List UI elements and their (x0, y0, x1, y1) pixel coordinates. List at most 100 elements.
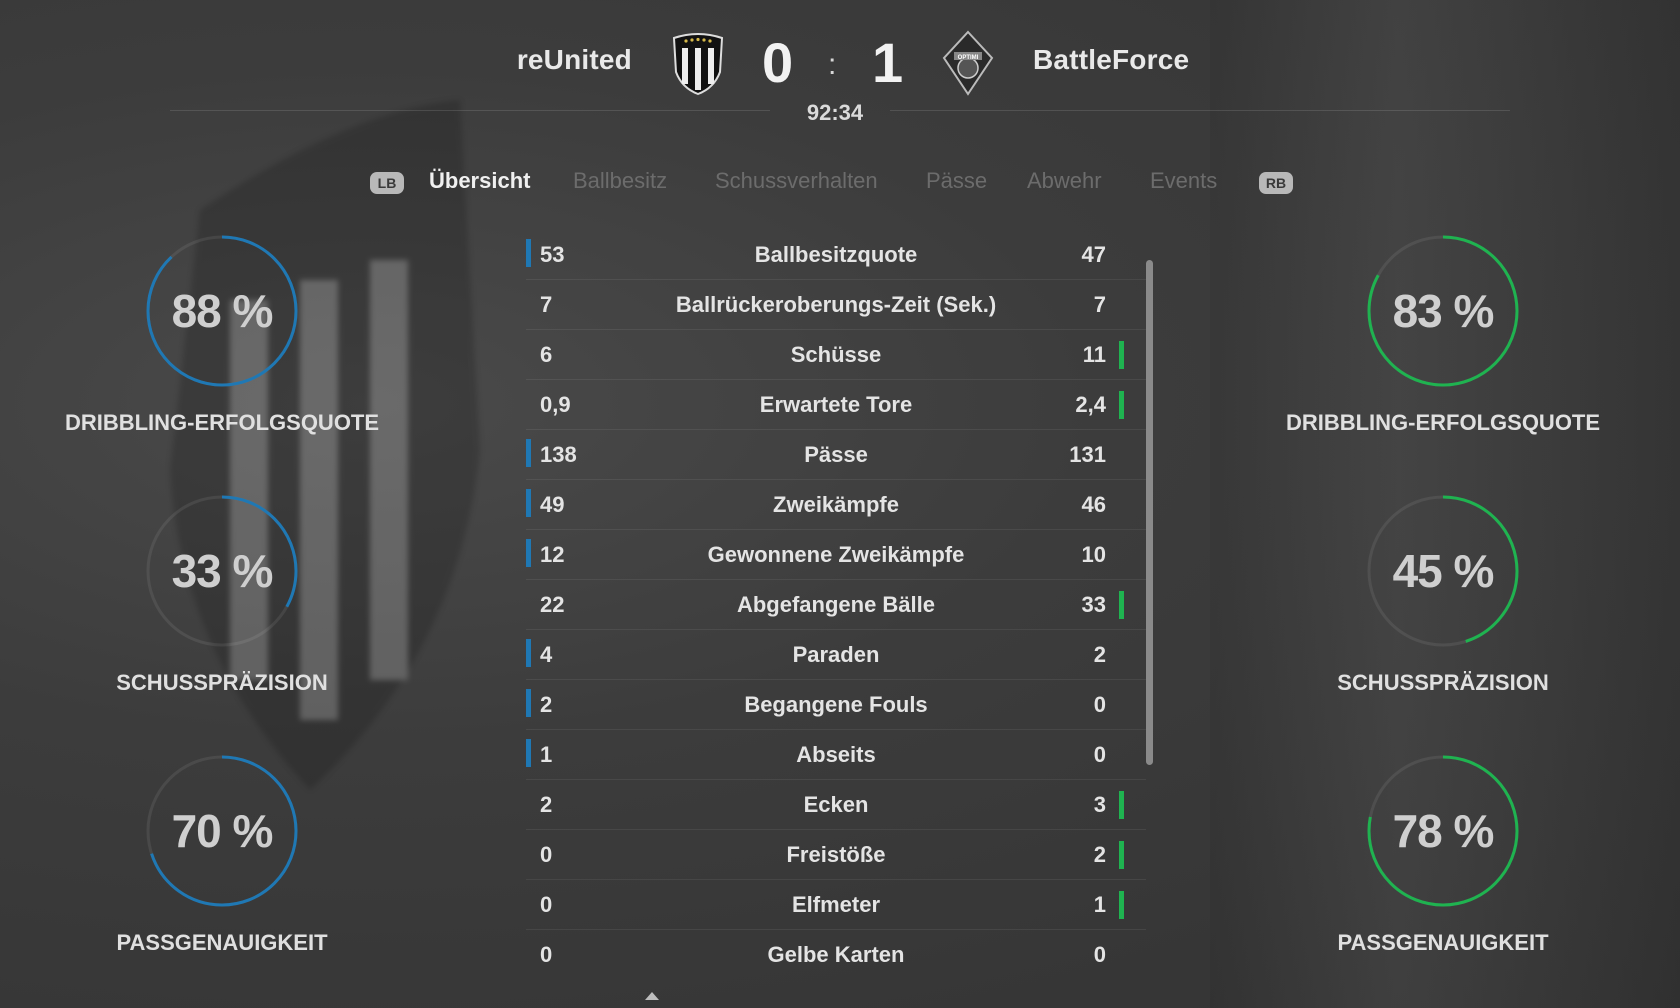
away-stat-value: 2 (1093, 842, 1106, 867)
home-stat-value: 53 (540, 242, 565, 267)
away-lead-marker (1119, 391, 1124, 419)
stat-label: Freistöße (786, 842, 886, 867)
stat-label: Pässe (804, 442, 868, 467)
stat-row-ecken: 2 Ecken 3 (526, 780, 1146, 830)
away-stat-value: 0 (1093, 742, 1106, 767)
header-divider-left (170, 110, 770, 111)
tab-abwehr[interactable]: Abwehr (1027, 168, 1102, 194)
home-stat-value: 0 (540, 892, 553, 917)
stat-row-schuesse: 6 Schüsse 11 (526, 330, 1146, 380)
home-score: 0 (762, 31, 794, 94)
away-gauge-shooting: 45 % SCHUSSPRÄZISION (1283, 494, 1603, 714)
home-lead-marker (526, 689, 531, 717)
away-lead-marker (1119, 591, 1124, 619)
away-gauge-dribbling: 83 % DRIBBLING-ERFOLGSQUOTE (1283, 234, 1603, 454)
away-lead-marker (1119, 841, 1124, 869)
home-team-crest-icon (672, 33, 724, 96)
away-stat-value: 0 (1093, 942, 1106, 967)
stat-row-freistoesse: 0 Freistöße 2 (526, 830, 1146, 880)
away-lead-marker (1119, 891, 1124, 919)
away-team-name: BattleForce (1033, 44, 1190, 75)
tab-ballbesitz[interactable]: Ballbesitz (573, 168, 667, 194)
tab-schussverhalten[interactable]: Schussverhalten (715, 168, 878, 194)
stat-label: Abseits (796, 742, 876, 767)
svg-text:OPTIMI: OPTIMI (958, 55, 979, 61)
stat-label: Erwartete Tore (759, 392, 913, 417)
stat-label: Begangene Fouls (744, 692, 928, 717)
home-dribbling-value: 88 % (171, 285, 274, 337)
home-stat-value: 4 (540, 642, 553, 667)
stat-label: Abgefangene Bälle (736, 592, 936, 617)
tab-paesse[interactable]: Pässe (926, 168, 987, 194)
home-lead-marker (526, 539, 531, 567)
home-lead-marker (526, 489, 531, 517)
home-passing-value: 70 % (171, 805, 274, 857)
home-stat-value: 6 (540, 342, 553, 367)
stat-row-elfmeter: 0 Elfmeter 1 (526, 880, 1146, 930)
home-stat-value: 1 (540, 742, 553, 767)
home-gauge-shooting: 33 % SCHUSSPRÄZISION (62, 494, 382, 714)
home-gauge-passing: 70 % PASSGENAUIGKEIT (62, 754, 382, 974)
stat-row-erwartete-tore: 0,9 Erwartete Tore 2,4 (526, 380, 1146, 430)
score-separator: : (828, 48, 837, 81)
scoreboard-header: reUnited 0 : 1 OPTIMI BattleForce 92:34 (0, 0, 1680, 130)
stat-row-ballbesitzquote: 53 Ballbesitzquote 47 (526, 230, 1146, 280)
away-stat-value: 0 (1093, 692, 1106, 717)
stat-label: Elfmeter (791, 892, 881, 917)
tab-events[interactable]: Events (1150, 168, 1217, 194)
stat-label: Paraden (792, 642, 880, 667)
stat-label: Ecken (803, 792, 869, 817)
tab-uebersicht[interactable]: Übersicht (429, 168, 530, 194)
away-stat-value: 3 (1093, 792, 1106, 817)
away-score: 1 (872, 31, 904, 94)
rb-bumper-icon[interactable]: RB (1259, 172, 1293, 194)
stat-row-gewonnene-zweikaempfe: 12 Gewonnene Zweikämpfe 10 (526, 530, 1146, 580)
away-stat-value: 46 (1081, 492, 1106, 517)
stats-scrollbar[interactable] (1146, 260, 1153, 765)
away-gauge-passing: 78 % PASSGENAUIGKEIT (1283, 754, 1603, 974)
away-dribbling-value: 83 % (1392, 285, 1495, 337)
stat-row-paraden: 4 Paraden 2 (526, 630, 1146, 680)
home-dribbling-label: DRIBBLING-ERFOLGSQUOTE (64, 410, 380, 435)
home-lead-marker (526, 739, 531, 767)
away-shooting-value: 45 % (1392, 545, 1495, 597)
stat-row-paesse: 138 Pässe 131 (526, 430, 1146, 480)
away-stat-value: 11 (1082, 342, 1106, 367)
home-shooting-value: 33 % (171, 545, 274, 597)
home-stat-value: 22 (540, 592, 565, 617)
away-dribbling-label: DRIBBLING-ERFOLGSQUOTE (1285, 410, 1601, 435)
match-clock: 92:34 (806, 100, 864, 125)
home-stat-value: 2 (540, 692, 553, 717)
stat-label: Schüsse (790, 342, 882, 367)
away-lead-marker (1119, 791, 1124, 819)
stat-row-abseits: 1 Abseits 0 (526, 730, 1146, 780)
home-stat-value: 7 (540, 292, 553, 317)
stat-row-ballrueckeroberung: 7 Ballrückeroberungs-Zeit (Sek.) 7 (526, 280, 1146, 330)
stat-row-zweikaempfe: 49 Zweikämpfe 46 (526, 480, 1146, 530)
away-stat-value: 2 (1093, 642, 1106, 667)
stat-label: Ballbesitzquote (754, 242, 918, 267)
away-stat-value: 10 (1081, 542, 1106, 567)
stat-label: Gelbe Karten (767, 942, 905, 967)
stats-tab-bar: Übersicht Ballbesitz Schussverhalten Päs… (0, 168, 1680, 200)
stat-row-abgefangene-baelle: 22 Abgefangene Bälle 33 (526, 580, 1146, 630)
away-stat-value: 1 (1093, 892, 1106, 917)
match-stats-table[interactable]: 53 Ballbesitzquote 47 7 Ballrückeroberungs-… (526, 230, 1146, 979)
scroll-up-arrow-icon[interactable] (645, 992, 659, 1000)
away-team-crest-icon: OPTIMI (942, 30, 994, 96)
home-lead-marker (526, 239, 531, 267)
home-shooting-label: SCHUSSPRÄZISION (116, 670, 328, 695)
away-stat-value: 47 (1081, 242, 1106, 267)
stat-label: Ballrückeroberungs-Zeit (Sek.) (675, 292, 997, 317)
home-stat-value: 0,9 (540, 392, 571, 417)
away-passing-label: PASSGENAUIGKEIT (1337, 930, 1549, 955)
stat-label: Gewonnene Zweikämpfe (707, 542, 965, 567)
away-stat-value: 7 (1093, 292, 1106, 317)
home-stat-value: 0 (540, 942, 553, 967)
stat-row-begangene-fouls: 2 Begangene Fouls 0 (526, 680, 1146, 730)
away-stat-value: 33 (1081, 592, 1106, 617)
home-stat-value: 2 (540, 792, 553, 817)
home-passing-label: PASSGENAUIGKEIT (116, 930, 328, 955)
away-lead-marker (1119, 341, 1124, 369)
home-lead-marker (526, 439, 531, 467)
